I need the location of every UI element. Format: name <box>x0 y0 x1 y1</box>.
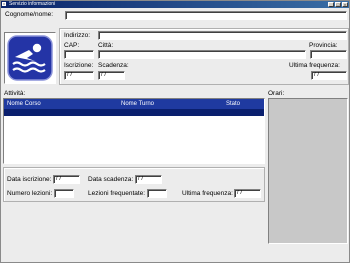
cap-label: CAP: <box>64 42 80 49</box>
attivita-table[interactable]: Nome Corso Nome Turno Stato <box>3 98 265 164</box>
citta-label: Città: <box>98 42 114 49</box>
ultima-frequenza-label: Ultima frequenza: <box>289 62 340 69</box>
iscrizione-field[interactable]: / / <box>64 71 94 80</box>
lezioni-frequentate-field[interactable] <box>147 189 167 198</box>
cognome-field[interactable] <box>65 11 347 20</box>
app-icon <box>2 2 6 6</box>
stats-ultima-frequenza-label: Ultima frequenza: <box>182 190 233 197</box>
column-header-stato[interactable]: Stato <box>226 99 240 109</box>
provincia-field[interactable] <box>310 50 347 59</box>
maximize-button[interactable]: □ <box>335 2 341 7</box>
window-title: Servizio informazioni <box>9 1 56 7</box>
data-iscrizione-field[interactable]: / / <box>53 175 80 184</box>
swimmer-icon <box>7 35 53 81</box>
provincia-label: Provincia: <box>309 42 338 49</box>
table-header: Nome Corso Nome Turno Stato <box>4 99 264 109</box>
close-button[interactable]: × <box>342 2 348 7</box>
column-header-nome-turno[interactable]: Nome Turno <box>121 99 154 109</box>
orari-panel[interactable] <box>268 98 348 244</box>
table-row[interactable] <box>4 109 264 116</box>
main-window: Servizio informazioni _ □ × Cognome/nome… <box>0 0 350 263</box>
data-scadenza-field[interactable]: / / <box>135 175 162 184</box>
cognome-label: Cognome/nome: <box>5 11 54 18</box>
data-iscrizione-label: Data iscrizione: <box>7 176 52 183</box>
iscrizione-label: Iscrizione: <box>64 62 94 69</box>
column-header-nome-corso[interactable]: Nome Corso <box>7 99 41 109</box>
numero-lezioni-field[interactable] <box>54 189 74 198</box>
title-bar: Servizio informazioni _ □ × <box>1 1 349 8</box>
orari-label: Orari: <box>268 90 285 97</box>
numero-lezioni-label: Numero lezioni: <box>7 190 53 197</box>
window-buttons: _ □ × <box>328 2 348 7</box>
indirizzo-field[interactable] <box>98 31 347 40</box>
citta-field[interactable] <box>98 50 306 59</box>
data-scadenza-label: Data scadenza: <box>88 176 134 183</box>
cap-field[interactable] <box>64 50 94 59</box>
member-photo <box>4 32 56 84</box>
ultima-frequenza-field[interactable]: / / <box>311 71 347 80</box>
scadenza-field[interactable]: / / <box>98 71 125 80</box>
stats-ultima-frequenza-field[interactable]: / / <box>234 189 261 198</box>
lezioni-frequentate-label: Lezioni frequentate: <box>88 190 146 197</box>
scadenza-label: Scadenza: <box>98 62 129 69</box>
indirizzo-label: Indirizzo: <box>64 32 91 39</box>
attivita-label: Attività: <box>4 90 26 97</box>
minimize-button[interactable]: _ <box>328 2 334 7</box>
